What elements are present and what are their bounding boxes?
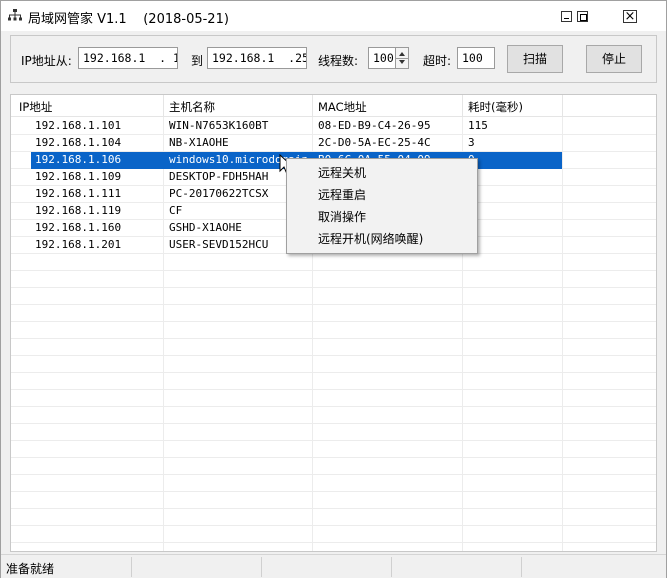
grid-line	[11, 423, 656, 424]
stop-button[interactable]: 停止	[586, 45, 642, 73]
timeout-input[interactable]: 100	[457, 47, 495, 69]
grid-line	[11, 525, 656, 526]
cell-mac: 08-ED-B9-C4-26-95	[318, 119, 431, 132]
grid-line	[11, 287, 656, 288]
stepper-divider	[395, 58, 409, 59]
cell-host: WIN-N7653K160BT	[169, 119, 269, 132]
close-button[interactable]: ×	[623, 10, 637, 23]
grid-line	[11, 270, 656, 271]
status-separator	[131, 557, 132, 577]
grid-line	[11, 474, 656, 475]
menu-item-cancel[interactable]: 取消操作	[287, 206, 477, 228]
grid-line	[11, 355, 656, 356]
grid-line	[11, 457, 656, 458]
status-separator	[261, 557, 262, 577]
threads-input[interactable]: 100	[368, 47, 396, 69]
cell-host: NB-X1AOHE	[169, 136, 229, 149]
cell-host: CF	[169, 204, 183, 217]
cell-ip: 192.168.1.109	[35, 170, 122, 183]
status-bar: 准备就绪	[1, 554, 666, 578]
column-header-time[interactable]: 耗时(毫秒)	[468, 99, 523, 115]
scan-button[interactable]: 扫描	[507, 45, 563, 73]
cell-ip: 192.168.1.160	[35, 221, 122, 234]
status-separator	[391, 557, 392, 577]
list-header: IP地址 主机名称 MAC地址 耗时(毫秒)	[11, 95, 656, 117]
cell-ip: 192.168.1.104	[35, 136, 122, 149]
table-row[interactable]: 192.168.1.104 NB-X1AOHE 2C-D0-5A-EC-25-4C 3	[11, 135, 563, 152]
grid-line	[11, 542, 656, 543]
cell-host: GSHD-X1AOHE	[169, 221, 242, 234]
cell-time: 3	[468, 136, 475, 149]
cell-ip: 192.168.1.201	[35, 238, 122, 251]
grid-line	[11, 304, 656, 305]
grid-line	[11, 440, 656, 441]
menu-item-remote-shutdown[interactable]: 远程关机	[287, 162, 477, 184]
grid-line	[11, 389, 656, 390]
cell-ip: 192.168.1.111	[35, 187, 122, 200]
cell-ip: 192.168.1.119	[35, 204, 122, 217]
cell-ip: 192.168.1.101	[35, 119, 122, 132]
column-separator[interactable]	[462, 95, 463, 117]
grid-line	[11, 491, 656, 492]
grid-line	[11, 321, 656, 322]
maximize-button[interactable]	[577, 11, 588, 22]
minimize-button[interactable]	[561, 11, 572, 22]
column-separator[interactable]	[312, 95, 313, 117]
table-row[interactable]: 192.168.1.101 WIN-N7653K160BT 08-ED-B9-C4-…	[11, 118, 563, 135]
cell-ip: 192.168.1.106	[35, 153, 122, 166]
column-header-mac[interactable]: MAC地址	[318, 99, 367, 115]
title-bar[interactable]: 局域网管家 V1.1 (2018-05-21) ×	[1, 1, 666, 31]
column-separator[interactable]	[562, 95, 563, 117]
status-separator	[521, 557, 522, 577]
network-icon	[8, 9, 22, 21]
column-header-host[interactable]: 主机名称	[169, 99, 215, 115]
scan-toolbar: IP地址从: 192.168.1 . 1 到 192.168.1 .255 线程…	[10, 35, 657, 83]
window-title: 局域网管家 V1.1 (2018-05-21)	[28, 12, 229, 27]
grid-line	[11, 372, 656, 373]
cell-host: PC-20170622TCSX	[169, 187, 269, 200]
ip-from-input[interactable]: 192.168.1 . 1	[78, 47, 178, 69]
menu-item-wake-on-lan[interactable]: 远程开机(网络唤醒)	[287, 228, 477, 250]
menu-item-remote-restart[interactable]: 远程重启	[287, 184, 477, 206]
grid-line	[11, 338, 656, 339]
ip-to-label: 到	[191, 54, 204, 68]
main-window: 局域网管家 V1.1 (2018-05-21) × IP地址从: 192.168…	[0, 0, 667, 578]
ip-to-input[interactable]: 192.168.1 .255	[207, 47, 307, 69]
timeout-label: 超时:	[423, 54, 452, 68]
cell-time: 115	[468, 119, 488, 132]
status-text: 准备就绪	[6, 562, 55, 576]
cell-host: DESKTOP-FDH5HAH	[169, 170, 269, 183]
cell-host: USER-SEVD152HCU	[169, 238, 269, 251]
cell-mac: 2C-D0-5A-EC-25-4C	[318, 136, 431, 149]
column-header-ip[interactable]: IP地址	[19, 99, 52, 115]
grid-line	[11, 406, 656, 407]
close-icon: ×	[624, 9, 636, 24]
grid-line	[11, 508, 656, 509]
ip-from-label: IP地址从:	[21, 54, 72, 68]
context-menu: 远程关机 远程重启 取消操作 远程开机(网络唤醒)	[286, 158, 478, 254]
column-separator[interactable]	[163, 95, 164, 117]
threads-label: 线程数:	[318, 54, 359, 68]
